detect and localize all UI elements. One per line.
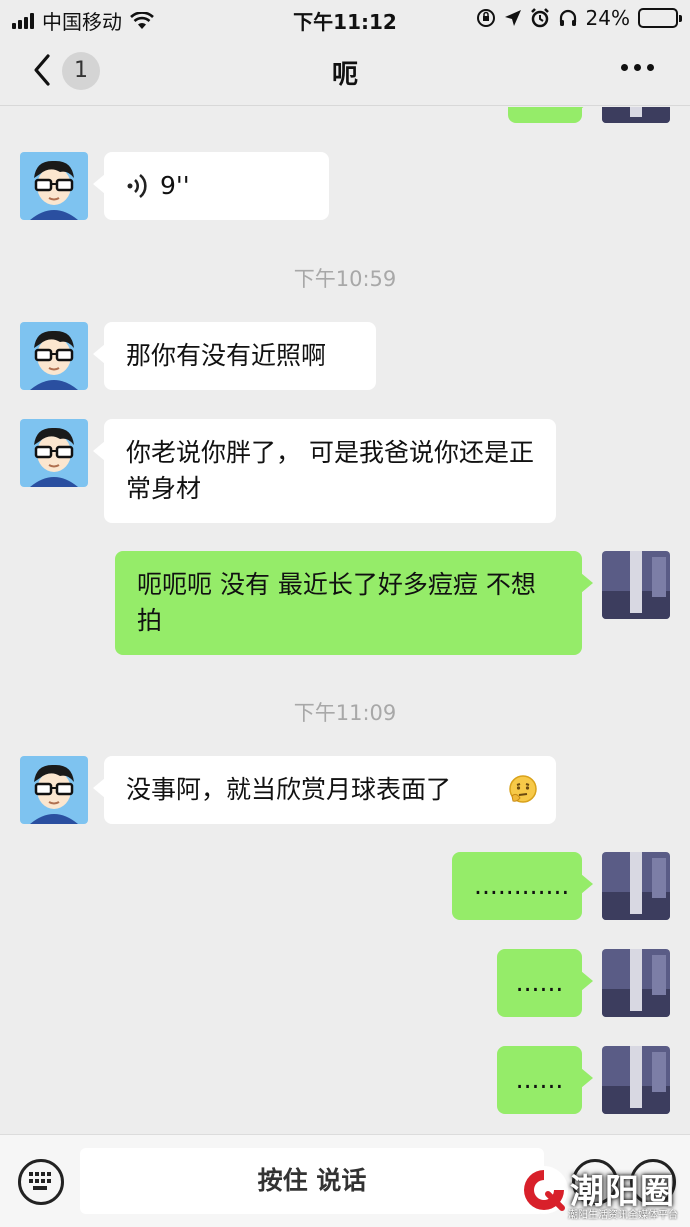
thinking-emoji-icon: [509, 775, 537, 803]
my-avatar[interactable]: [602, 107, 670, 123]
watermark-tagline: 潮阳生活资讯全媒体平台: [568, 1210, 678, 1221]
message-bubble[interactable]: [508, 107, 593, 123]
message-bubble[interactable]: 那你有没有近照啊: [93, 322, 376, 390]
my-avatar-image: [602, 107, 670, 123]
message-bubble[interactable]: ............: [452, 852, 593, 920]
cartoon-avatar-image: [20, 152, 88, 220]
cartoon-avatar-image: [20, 419, 88, 487]
voice-wave-icon: [127, 173, 147, 199]
contact-avatar[interactable]: [20, 419, 88, 487]
more-dot-icon: [634, 64, 641, 71]
status-right: 24%: [476, 6, 682, 30]
watermark: 潮阳圈 潮阳生活资讯全媒体平台: [518, 1158, 690, 1227]
headphones-icon: [559, 9, 576, 26]
keyboard-toggle-button[interactable]: [18, 1159, 64, 1205]
my-avatar-image: [602, 1046, 670, 1114]
keyboard-icon: [29, 1172, 51, 1190]
battery-icon: [638, 8, 682, 28]
watermark-logo-icon: [520, 1166, 568, 1214]
location-icon: [504, 10, 521, 26]
contact-avatar[interactable]: [20, 322, 88, 390]
my-avatar-image: [602, 551, 670, 619]
contact-avatar[interactable]: [20, 152, 88, 220]
message-bubble[interactable]: ......: [497, 1046, 593, 1114]
my-avatar[interactable]: [602, 852, 670, 920]
rotation-lock-icon: [476, 9, 495, 27]
timestamp: 下午10:59: [293, 267, 397, 291]
status-bar: 中国移动 下午11:12 24%: [0, 0, 690, 36]
chat-title: 呃: [331, 60, 358, 90]
alarm-icon: [530, 8, 549, 28]
my-avatar[interactable]: [602, 551, 670, 619]
message-bubble[interactable]: 呃呃呃 没有 最近长了好多痘痘 不想拍: [115, 551, 593, 655]
more-options-button[interactable]: [621, 64, 654, 71]
nav-bar: 1 呃: [0, 36, 690, 106]
timestamp: 下午11:09: [293, 701, 397, 725]
message-bubble[interactable]: 你老说你胖了， 可是我爸说你还是正常身材: [93, 419, 556, 523]
my-avatar[interactable]: [602, 949, 670, 1017]
message-bubble[interactable]: 没事阿，就当欣赏月球表面了: [93, 756, 556, 824]
my-avatar[interactable]: [602, 1046, 670, 1114]
cartoon-avatar-image: [20, 322, 88, 390]
more-dot-icon: [621, 64, 628, 71]
message-list[interactable]: 9'' 下午10:59 那你有没有近照啊 你老说你胖了， 可是我爸说你还是正常身…: [0, 107, 690, 1134]
voice-duration: 9'': [160, 171, 190, 200]
hold-to-talk-button[interactable]: 按住 说话: [80, 1148, 544, 1214]
battery-percent: 24%: [585, 6, 630, 30]
chat-screen: 中国移动 下午11:12 24% 1 呃 9'' 下午10:59 那你有没有近照…: [0, 0, 690, 1227]
my-avatar-image: [602, 949, 670, 1017]
message-bubble[interactable]: ......: [497, 949, 593, 1017]
my-avatar-image: [602, 852, 670, 920]
cartoon-avatar-image: [20, 756, 88, 824]
voice-message-bubble[interactable]: 9'': [93, 152, 329, 220]
message-text: 没事阿，就当欣赏月球表面了: [126, 775, 452, 804]
contact-avatar[interactable]: [20, 756, 88, 824]
more-dot-icon: [647, 64, 654, 71]
